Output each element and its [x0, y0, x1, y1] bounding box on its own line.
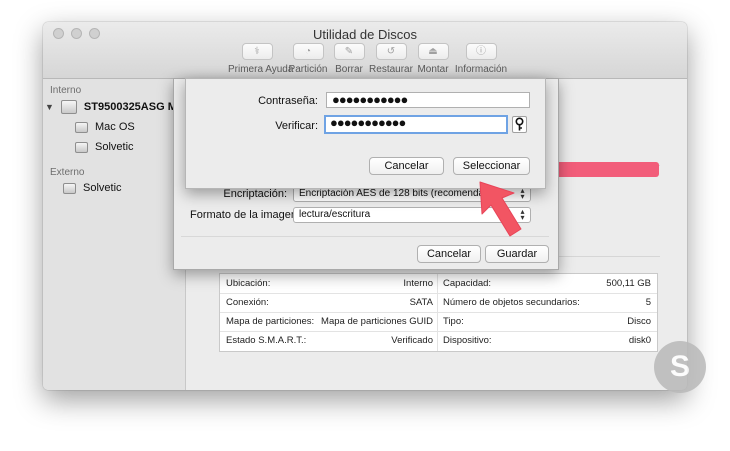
info-label: Dispositivo: — [443, 335, 492, 346]
info-icon: ⓘ — [465, 43, 497, 60]
info-label: Estado S.M.A.R.T.: — [226, 335, 307, 346]
info-label: Conexión: — [226, 297, 269, 308]
stethoscope-icon: ⚕ — [241, 43, 273, 60]
row-divider — [220, 293, 657, 294]
volume-icon — [75, 141, 88, 153]
info-label: Capacidad: — [443, 278, 492, 289]
password-label: Contraseña: — [258, 95, 318, 107]
first-aid-button[interactable]: ⚕ Primera Ayuda — [228, 43, 294, 75]
save-button[interactable]: Guardar — [485, 245, 549, 263]
sidebar-item-label: ST9500325ASG M... — [83, 101, 187, 113]
toolbar-label: Información — [454, 64, 508, 75]
usage-segment-pink — [544, 162, 659, 177]
partition-button[interactable]: ◔ Partición — [288, 43, 328, 75]
titlebar: Utilidad de Discos ⚕ Primera Ayuda ◔ Par… — [43, 22, 687, 79]
window-title: Utilidad de Discos — [312, 27, 418, 42]
info-value: Verificado — [391, 335, 433, 346]
info-value: Disco — [627, 316, 651, 327]
restore-icon: ↺ — [375, 43, 407, 60]
info-table: Ubicación: Interno Conexión: SATA Mapa d… — [219, 273, 658, 352]
verify-field[interactable]: ●●●●●●●●●●● — [324, 115, 508, 134]
partition-icon: ◔ — [292, 43, 324, 60]
encryption-label: Encriptación: — [223, 188, 287, 200]
sidebar-item-label: Mac OS — [95, 121, 135, 133]
sidebar-item-disk[interactable]: ▼ ST9500325ASG M... — [45, 100, 186, 114]
toolbar-label: Restaurar — [369, 64, 413, 75]
verify-label: Verificar: — [275, 120, 318, 132]
password-assistant-button[interactable] — [512, 116, 527, 133]
external-disk-icon — [63, 182, 76, 194]
select-button[interactable]: Seleccionar — [453, 157, 530, 175]
info-value: 500,11 GB — [606, 278, 651, 289]
info-value: 5 — [645, 297, 651, 308]
info-label: Mapa de particiones: — [226, 316, 315, 327]
sidebar: Interno ▼ ST9500325ASG M... Mac OS Solve… — [43, 79, 186, 390]
sidebar-item-external-solvetic[interactable]: Solvetic — [63, 182, 122, 194]
restore-button[interactable]: ↺ Restaurar — [369, 43, 413, 75]
watermark-logo: S — [654, 341, 706, 393]
info-value: disk0 — [628, 335, 651, 346]
toolbar-label: Partición — [288, 64, 328, 75]
sidebar-item-label: Solvetic — [83, 182, 122, 194]
toolbar-label: Primera Ayuda — [228, 64, 294, 75]
sidebar-item-mac-os[interactable]: Mac OS — [75, 121, 135, 133]
info-value: SATA — [409, 297, 433, 308]
info-value: Mapa de particiones GUID — [321, 316, 433, 327]
info-button[interactable]: ⓘ Información — [454, 43, 508, 75]
info-label: Ubicación: — [226, 278, 271, 289]
mount-button[interactable]: ⏏ Montar — [415, 43, 451, 75]
toolbar-label: Borrar — [335, 64, 363, 75]
pointer-arrow-icon — [479, 181, 522, 237]
hard-disk-icon — [60, 100, 77, 114]
toolbar-label: Montar — [417, 64, 449, 75]
key-icon — [515, 117, 524, 131]
sidebar-section-internal: Interno — [50, 85, 82, 96]
erase-button[interactable]: ✎ Borrar — [330, 43, 368, 75]
dialog-cancel-button[interactable]: Cancelar — [369, 157, 444, 175]
sidebar-item-label: Solvetic — [95, 141, 134, 153]
volume-icon — [75, 121, 88, 133]
disclosure-triangle-icon[interactable]: ▼ — [45, 102, 54, 112]
image-format-value: lectura/escritura — [299, 209, 371, 220]
mount-icon: ⏏ — [417, 43, 449, 60]
sidebar-item-solvetic[interactable]: Solvetic — [75, 141, 134, 153]
sidebar-section-external: Externo — [50, 167, 85, 178]
watermark-letter: S — [669, 350, 690, 383]
password-field[interactable]: ●●●●●●●●●●● — [326, 92, 530, 108]
info-value: Interno — [403, 278, 433, 289]
erase-icon: ✎ — [333, 43, 365, 60]
divider — [553, 256, 660, 257]
sheet-cancel-button[interactable]: Cancelar — [417, 245, 481, 263]
info-label: Número de objetos secundarios: — [443, 297, 580, 308]
info-label: Tipo: — [443, 316, 464, 327]
encryption-value: Encriptación AES de 128 bits (recomendad… — [299, 188, 499, 199]
image-format-label: Formato de la imagen: — [190, 209, 301, 221]
